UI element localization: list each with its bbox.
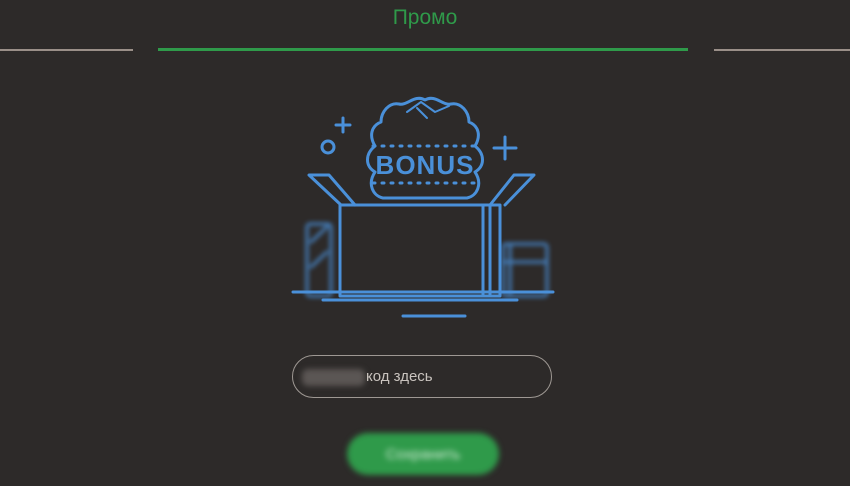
page-title: Промо <box>392 6 458 29</box>
tab-indicator-right[interactable] <box>714 49 850 51</box>
tab-indicator-left[interactable] <box>0 49 133 51</box>
tab-indicator-active[interactable] <box>158 48 688 51</box>
bonus-badge-text: BONUS <box>376 150 475 180</box>
redacted-placeholder-prefix <box>302 369 365 386</box>
promo-page: Промо BONUS код здесь Сохранить <box>0 0 850 486</box>
save-button[interactable]: Сохранить <box>347 433 499 475</box>
bonus-box-illustration: BONUS <box>285 92 565 324</box>
promo-placeholder-text: код здесь <box>366 368 433 385</box>
bonus-box-icon: BONUS <box>291 96 555 318</box>
promo-code-field[interactable]: код здесь <box>292 355 552 398</box>
